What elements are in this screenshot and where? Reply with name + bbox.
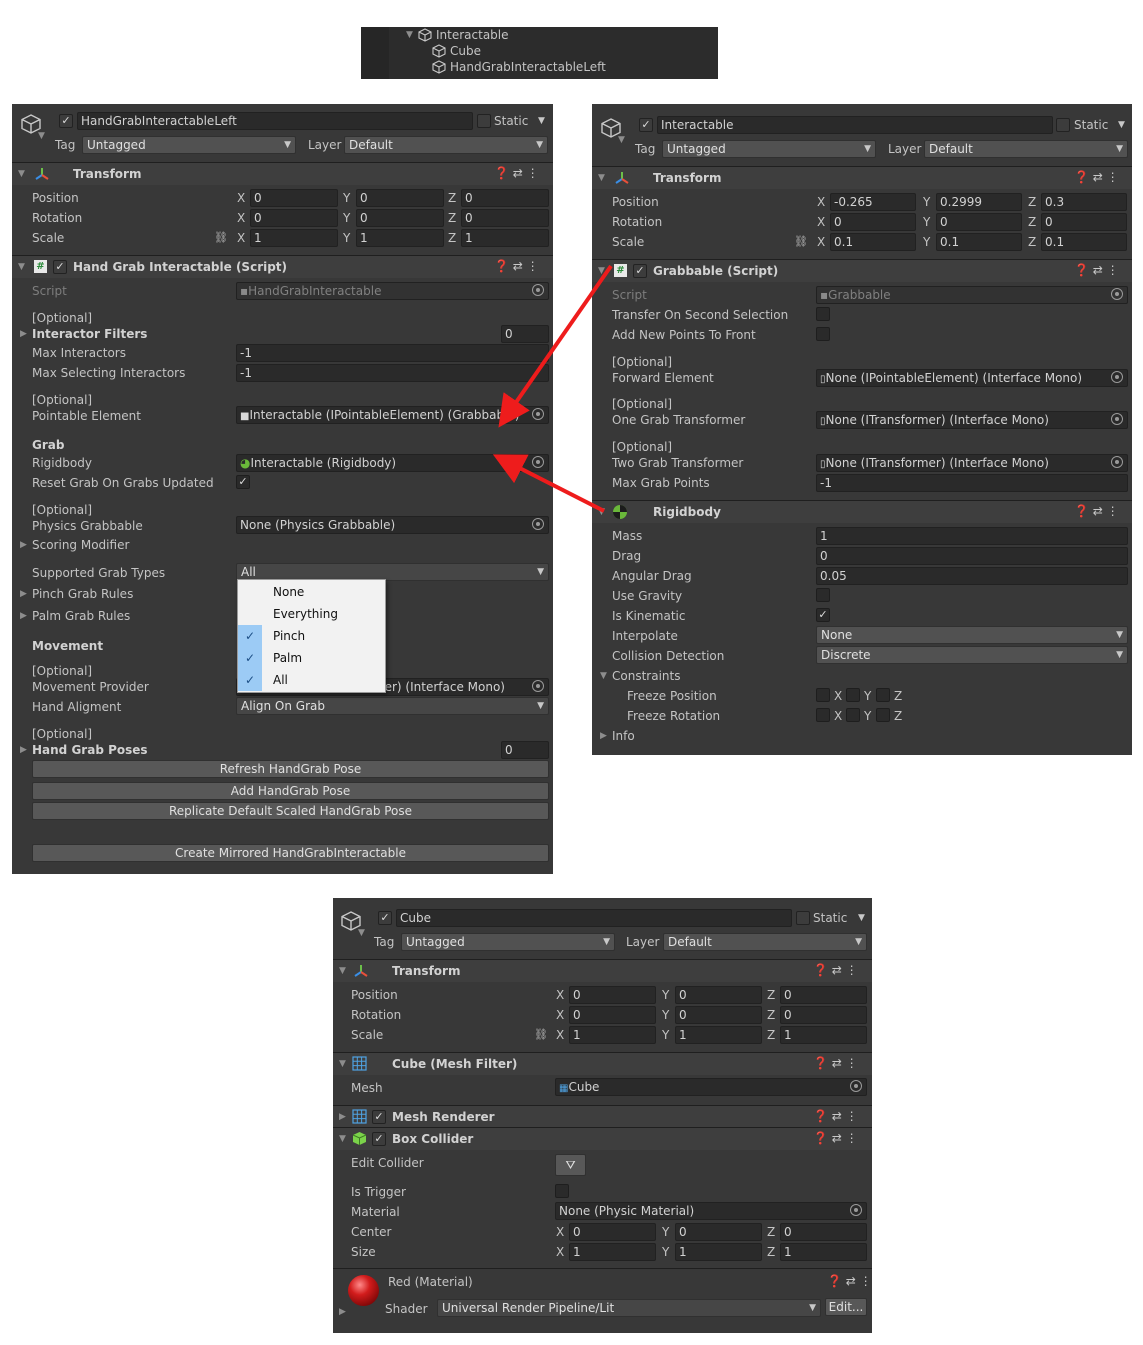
annotation-arrows xyxy=(492,264,613,513)
arrow-grabbable-to-pointable xyxy=(498,264,613,428)
arrow-rigidbody-to-field xyxy=(492,454,605,513)
